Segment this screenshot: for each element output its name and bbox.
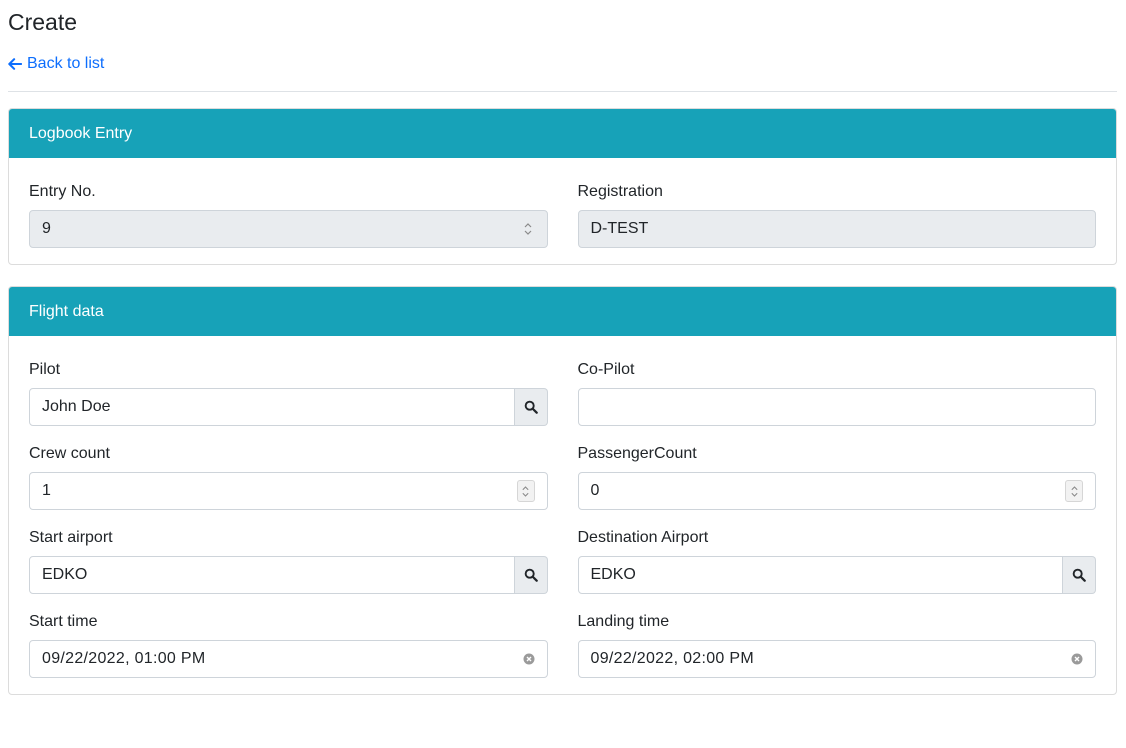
clear-icon[interactable] — [523, 653, 535, 665]
destination-airport-value: EDKO — [590, 566, 636, 583]
destination-airport-search-button[interactable] — [1063, 556, 1096, 594]
search-icon — [524, 568, 538, 582]
start-time-value: 09/22/2022, 01:00 PM — [42, 650, 206, 667]
passenger-count-value: 0 — [590, 482, 600, 499]
pilot-value: John Doe — [42, 398, 111, 415]
crew-count-value: 1 — [42, 482, 51, 499]
passenger-count-input[interactable]: 0 — [577, 472, 1096, 510]
arrow-left-icon — [8, 58, 22, 70]
spinner-icon[interactable] — [521, 220, 535, 238]
start-airport-input[interactable]: EDKO — [29, 556, 515, 594]
back-to-list-link[interactable]: Back to list — [8, 55, 104, 73]
entry-no-value: 9 — [42, 220, 51, 237]
registration-field[interactable]: D-TEST — [577, 210, 1096, 248]
landing-time-value: 09/22/2022, 02:00 PM — [590, 650, 754, 667]
start-airport-value: EDKO — [42, 566, 88, 583]
clear-icon[interactable] — [1071, 653, 1083, 665]
entry-no-field[interactable]: 9 — [29, 210, 548, 248]
logbook-entry-header: Logbook Entry — [9, 109, 1116, 158]
copilot-input[interactable] — [577, 388, 1096, 426]
registration-value: D-TEST — [590, 220, 649, 237]
destination-airport-label: Destination Airport — [577, 529, 709, 546]
pilot-label: Pilot — [29, 361, 61, 378]
entry-no-label: Entry No. — [29, 183, 96, 200]
registration-label: Registration — [577, 183, 663, 200]
search-icon — [1072, 568, 1086, 582]
logbook-entry-card: Logbook Entry Entry No. 9 Registration D… — [8, 108, 1117, 265]
flight-data-header: Flight data — [9, 287, 1116, 336]
copilot-label: Co-Pilot — [577, 361, 635, 378]
crew-count-input[interactable]: 1 — [29, 472, 548, 510]
start-airport-search-button[interactable] — [514, 556, 548, 594]
start-airport-label: Start airport — [29, 529, 113, 546]
page-title: Create — [8, 9, 78, 35]
search-icon — [524, 400, 538, 414]
passenger-count-spinner-icon[interactable] — [1065, 480, 1083, 502]
pilot-search-button[interactable] — [514, 388, 548, 426]
back-to-list-label: Back to list — [27, 55, 105, 72]
start-time-label: Start time — [29, 613, 98, 630]
passenger-count-label: PassengerCount — [577, 445, 697, 462]
landing-time-input[interactable]: 09/22/2022, 02:00 PM — [577, 640, 1096, 678]
landing-time-label: Landing time — [577, 613, 670, 630]
page: Create Back to list Logbook Entry Entry … — [0, 0, 1126, 695]
destination-airport-input[interactable]: EDKO — [577, 556, 1063, 594]
pilot-input[interactable]: John Doe — [29, 388, 515, 426]
divider — [8, 91, 1117, 92]
crew-count-label: Crew count — [29, 445, 110, 462]
crew-count-spinner-icon[interactable] — [516, 480, 535, 502]
start-time-input[interactable]: 09/22/2022, 01:00 PM — [29, 640, 548, 678]
flight-data-card: Flight data Pilot John Doe Co-Pilot Crew… — [8, 286, 1117, 695]
